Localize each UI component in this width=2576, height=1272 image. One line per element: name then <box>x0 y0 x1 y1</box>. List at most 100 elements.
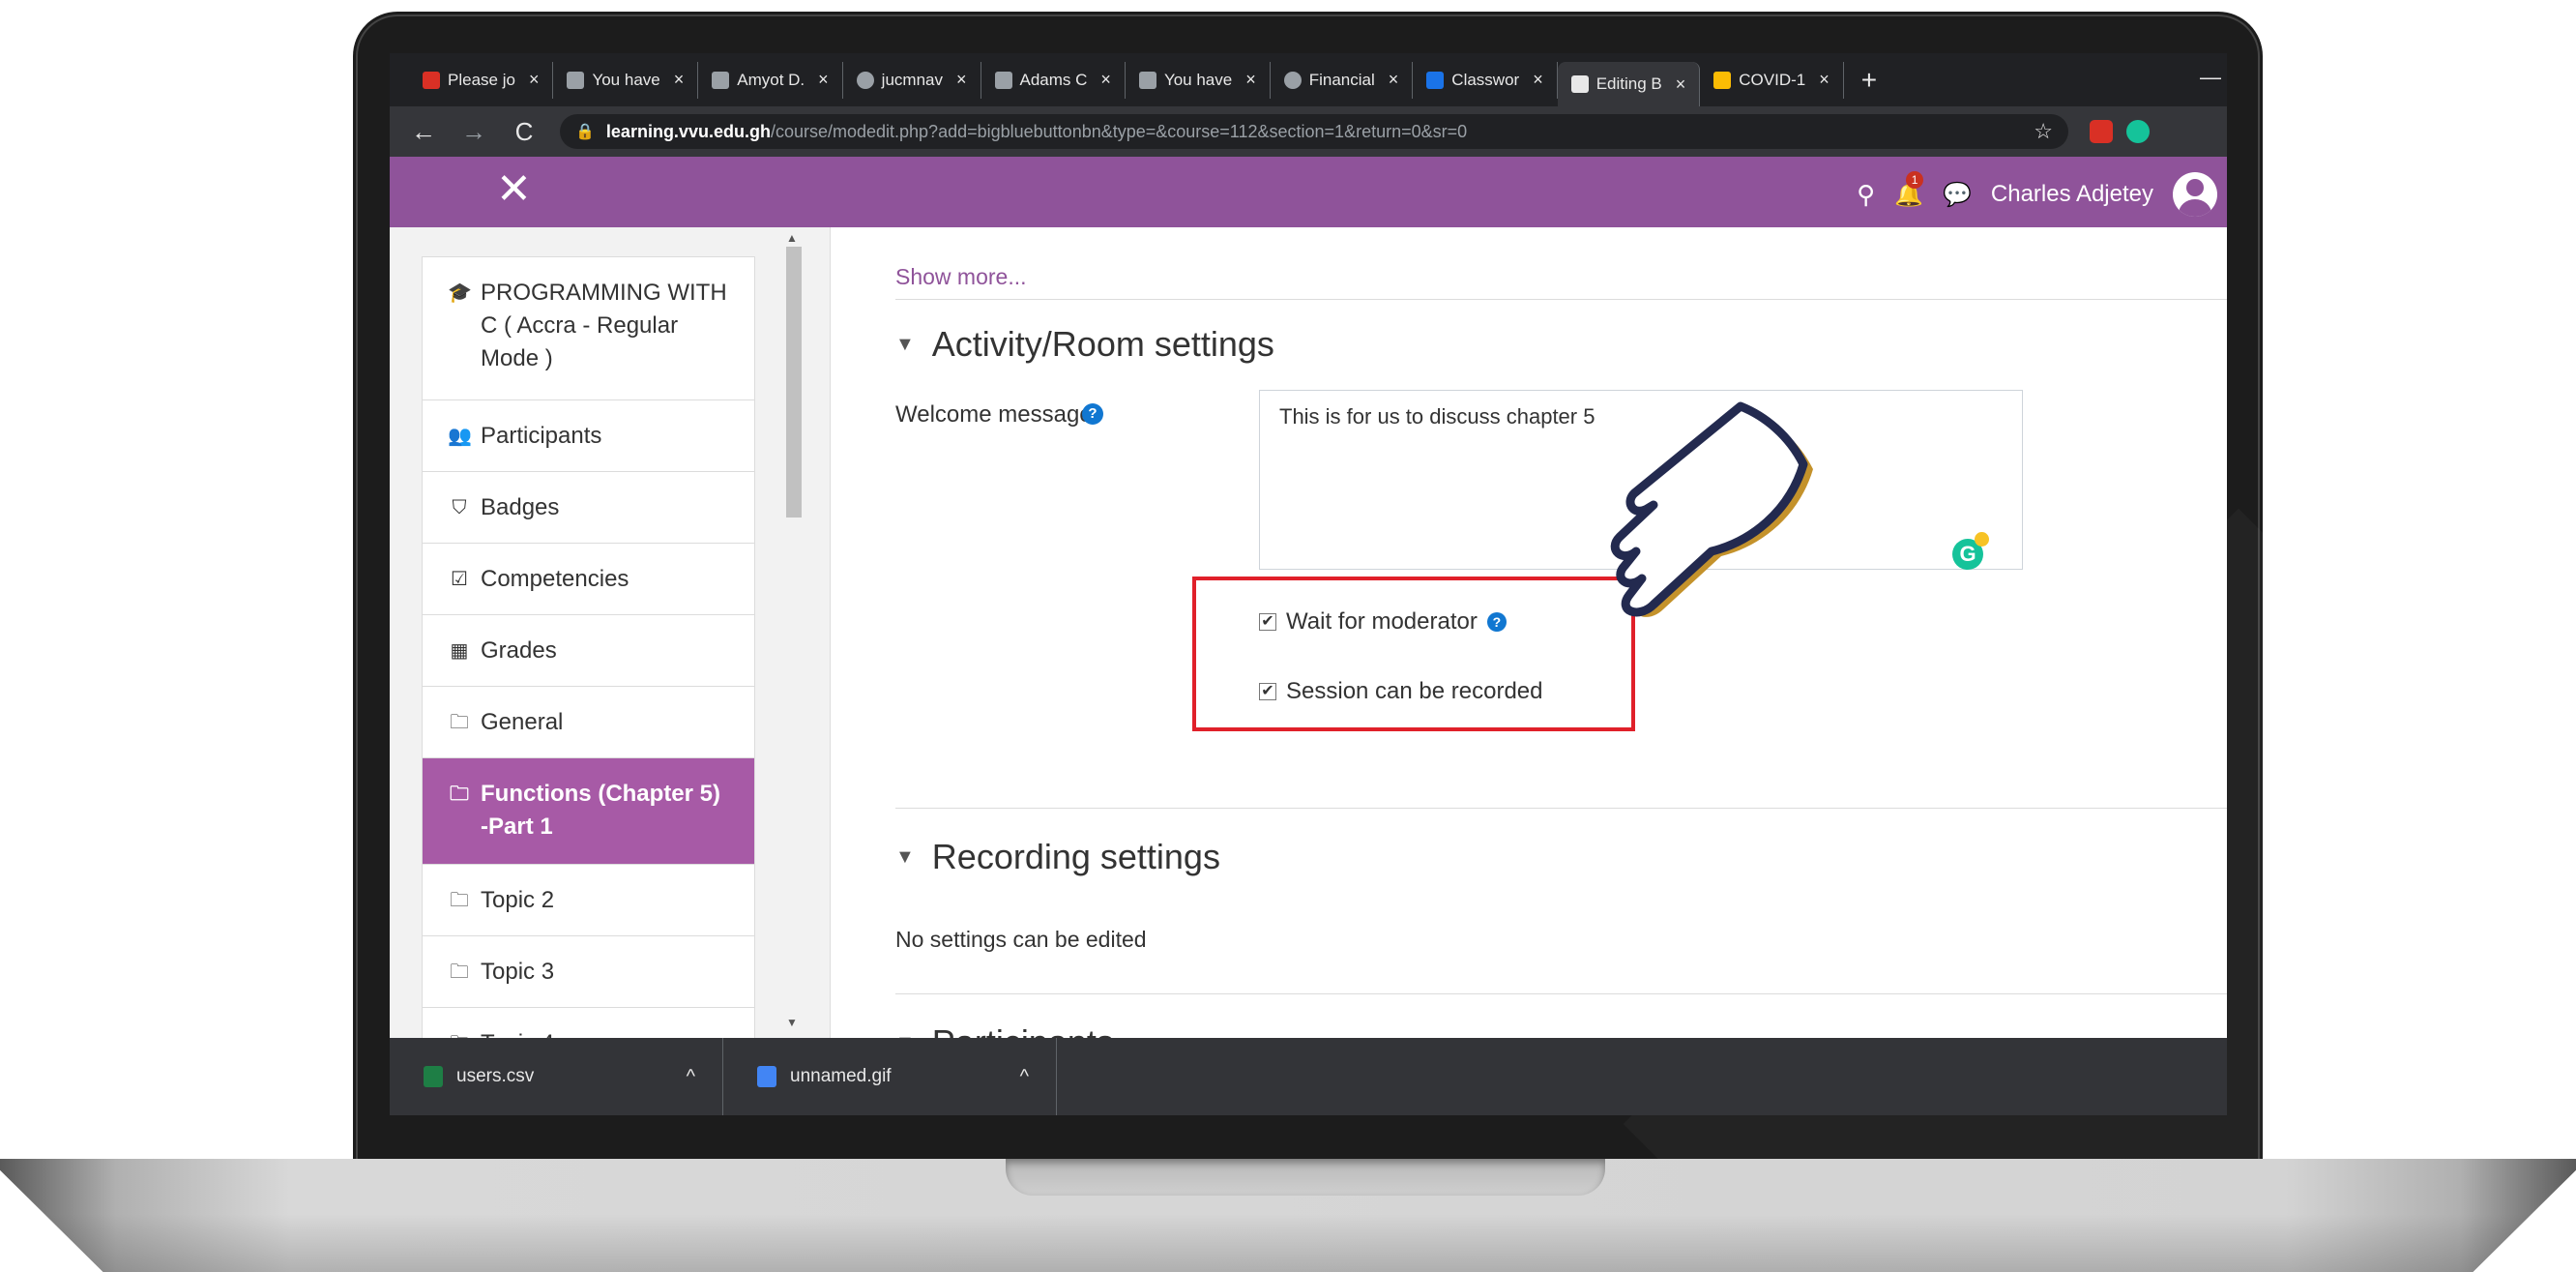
covid-favicon-icon <box>1713 71 1732 89</box>
page-favicon-icon <box>712 71 730 89</box>
minimize-button[interactable]: — <box>2200 65 2221 90</box>
close-tab-icon[interactable]: × <box>1389 70 1399 90</box>
search-icon[interactable]: ⚲ <box>1857 180 1875 210</box>
graduation-cap-icon: 🎓 <box>448 282 472 304</box>
sidebar-scroll-thumb[interactable] <box>786 247 802 518</box>
table-icon: ▦ <box>450 639 469 662</box>
nav-list: 🎓 PROGRAMMING WITH C ( Accra - Regular M… <box>422 256 755 1080</box>
grammarly-alert-dot <box>1975 532 1989 547</box>
extension-icon[interactable] <box>2090 120 2113 143</box>
folder-icon: 🗀 <box>450 889 469 911</box>
welcome-message-label: Welcome message <box>895 401 1093 428</box>
browser-tab[interactable]: jucmnav × <box>843 61 981 99</box>
classroom-favicon-icon <box>1426 71 1445 89</box>
checkbox-icon: ☑ <box>451 568 468 590</box>
show-more-link[interactable]: Show more... <box>895 264 1027 290</box>
star-icon[interactable]: ☆ <box>2034 119 2053 144</box>
downloads-bar: users.csv ^ unnamed.gif ^ <box>390 1038 2227 1115</box>
close-tab-icon[interactable]: × <box>1245 70 1256 90</box>
sidebar-item-functions[interactable]: 🗀 Functions (Chapter 5) -Part 1 <box>423 758 754 865</box>
sidebar-item-topic-2[interactable]: 🗀 Topic 2 <box>423 865 754 936</box>
chevron-up-icon[interactable]: ^ <box>687 1066 695 1088</box>
browser-tab[interactable]: Financial × <box>1271 61 1414 99</box>
checkbox-checked[interactable]: ✔ <box>1259 613 1276 631</box>
notification-bell-icon[interactable]: 🔔 1 <box>1894 170 1924 209</box>
close-tab-icon[interactable]: × <box>956 70 967 90</box>
sidebar-item-course[interactable]: 🎓 PROGRAMMING WITH C ( Accra - Regular M… <box>423 257 754 400</box>
session-recorded-checkbox[interactable]: ✔ Session can be recorded <box>1259 678 1543 705</box>
shield-icon: ⛉ <box>452 496 467 518</box>
browser-tab[interactable]: Amyot D. × <box>698 61 843 99</box>
sidebar-item-competencies[interactable]: ☑ Competencies <box>423 544 754 615</box>
url-input[interactable]: 🔒 learning.vvu.edu.gh/course/modedit.php… <box>560 114 2068 149</box>
lock-icon: 🔒 <box>575 124 595 140</box>
activity-room-settings-header[interactable]: ▼ Activity/Room settings <box>895 324 1274 365</box>
divider <box>895 993 2227 994</box>
help-icon[interactable]: ? <box>1486 612 1507 632</box>
close-tab-icon[interactable]: × <box>1100 70 1111 90</box>
folder-icon: 🗀 <box>450 961 469 983</box>
page-favicon-icon <box>567 71 585 89</box>
sidebar-item-general[interactable]: 🗀 General <box>423 687 754 758</box>
chevron-up-icon[interactable]: ^ <box>1020 1066 1029 1088</box>
moodle-favicon-icon <box>1570 75 1589 93</box>
grammarly-extension-icon[interactable] <box>2126 120 2150 143</box>
close-tab-icon[interactable]: × <box>1819 70 1830 90</box>
user-name[interactable]: Charles Adjetey <box>1991 181 2153 208</box>
close-tab-icon[interactable]: × <box>1533 70 1543 90</box>
close-tab-icon[interactable]: × <box>818 70 829 90</box>
browser-tab[interactable]: Adams C × <box>981 61 1126 99</box>
reload-icon[interactable]: C <box>510 117 539 147</box>
browser-tab[interactable]: Classwor × <box>1413 61 1558 99</box>
messages-icon[interactable]: 💬 <box>1943 181 1972 209</box>
download-item[interactable]: unnamed.gif ^ <box>723 1038 1057 1115</box>
divider <box>895 299 2227 300</box>
page-favicon-icon <box>994 71 1012 89</box>
highlight-box <box>1192 577 1635 731</box>
course-title: PROGRAMMING WITH C ( Accra - Regular Mod… <box>481 280 727 371</box>
image-file-icon <box>757 1066 776 1087</box>
browser-tab[interactable]: You have × <box>1126 61 1271 99</box>
sidebar-item-topic-3[interactable]: 🗀 Topic 3 <box>423 936 754 1008</box>
close-drawer-icon[interactable]: ✕ <box>496 168 532 211</box>
scroll-down-icon[interactable]: ▼ <box>786 1016 798 1029</box>
folder-icon: 🗀 <box>450 711 469 733</box>
collapse-caret-icon: ▼ <box>895 333 915 355</box>
browser-window: Please jo × You have × Amyot D. × jucmnav × … <box>390 53 2227 1115</box>
sidebar-item-participants[interactable]: 👥 Participants <box>423 400 754 472</box>
wait-for-moderator-checkbox[interactable]: ✔ Wait for moderator ? <box>1259 608 1507 636</box>
browser-tab[interactable]: You have × <box>553 61 699 99</box>
download-item[interactable]: users.csv ^ <box>390 1038 723 1115</box>
new-tab-button[interactable]: + <box>1861 65 1877 96</box>
users-icon: 👥 <box>448 425 472 447</box>
course-nav-drawer: 🎓 PROGRAMMING WITH C ( Accra - Regular M… <box>390 227 830 1080</box>
no-settings-text: No settings can be edited <box>895 927 1147 952</box>
globe-favicon-icon <box>1283 71 1302 89</box>
sidebar-item-grades[interactable]: ▦ Grades <box>423 615 754 687</box>
folder-icon: 🗀 <box>450 784 469 805</box>
browser-tab[interactable]: COVID-1 × <box>1700 61 1844 99</box>
user-menu-area: ⚲ 🔔 1 💬 Charles Adjetey <box>1857 170 2217 217</box>
welcome-message-textarea[interactable]: This is for us to discuss chapter 5 <box>1259 390 2023 570</box>
close-tab-icon[interactable]: × <box>1676 74 1686 95</box>
browser-tab-active[interactable]: Editing B × <box>1557 62 1701 106</box>
notification-badge: 1 <box>1906 170 1924 189</box>
recording-settings-header[interactable]: ▼ Recording settings <box>895 837 1220 877</box>
sidebar-item-badges[interactable]: ⛉ Badges <box>423 472 754 544</box>
avatar[interactable] <box>2173 172 2217 217</box>
globe-favicon-icon <box>856 71 874 89</box>
back-arrow-icon[interactable]: ← <box>409 117 438 147</box>
close-tab-icon[interactable]: × <box>674 70 685 90</box>
laptop-mockup: Please jo × You have × Amyot D. × jucmnav × … <box>0 0 2576 1272</box>
main-content: Show more... ▼ Activity/Room settings We… <box>830 227 2227 1062</box>
forward-arrow-icon[interactable]: → <box>459 117 488 147</box>
scroll-up-icon[interactable]: ▲ <box>786 231 798 245</box>
close-tab-icon[interactable]: × <box>529 70 540 90</box>
help-icon[interactable]: ? <box>1082 403 1103 425</box>
tab-strip: Please jo × You have × Amyot D. × jucmnav × … <box>390 53 2227 106</box>
address-toolbar: ← → C 🔒 learning.vvu.edu.gh/course/moded… <box>390 106 2227 157</box>
checkbox-checked[interactable]: ✔ <box>1259 683 1276 700</box>
gmail-favicon-icon <box>423 71 440 89</box>
browser-tab[interactable]: Please jo × <box>409 61 554 99</box>
site-header: ✕ ⚲ 🔔 1 💬 Charles Adjetey <box>390 157 2227 227</box>
